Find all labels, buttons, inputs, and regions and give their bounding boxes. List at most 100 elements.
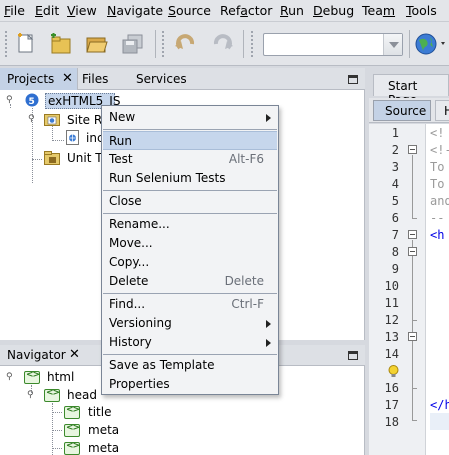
menu-run-mnemonic: R (280, 3, 289, 18)
menu-source-label: ource (175, 3, 211, 18)
chevron-down-icon[interactable] (383, 34, 402, 55)
menu-refactor-prefix: Ref (220, 3, 241, 18)
lightbulb-icon[interactable] (388, 365, 399, 378)
meta-tag-icon (64, 423, 80, 437)
toolbar-grip-2[interactable] (161, 30, 165, 58)
tree-item-site-root[interactable]: Site R (67, 113, 102, 127)
menu-bar: File Edit View Navigate Source Refactor … (0, 0, 449, 22)
line-number: 13 (384, 330, 399, 344)
menu-item-copy[interactable]: Copy... (103, 253, 277, 272)
toolbar-grip-3[interactable] (250, 30, 254, 58)
fold-line (412, 420, 417, 421)
tab-files[interactable]: Files (82, 72, 108, 86)
menu-view[interactable]: View (67, 3, 97, 18)
line-number: 10 (384, 279, 399, 293)
menu-navigate-mnemonic: N (107, 3, 117, 18)
minimize-icon[interactable] (348, 75, 358, 84)
html-file-icon (66, 130, 79, 145)
tab-source-label: Source (385, 104, 427, 118)
redo-icon[interactable] (209, 32, 235, 56)
menu-item-close[interactable]: Close (103, 192, 277, 211)
tab-projects[interactable]: Projects (7, 72, 54, 86)
fold-icon[interactable] (408, 230, 417, 239)
line-number: 7 (391, 228, 399, 242)
submenu-arrow-icon (266, 320, 271, 328)
new-project-icon[interactable] (48, 32, 74, 56)
menu-item-versioning[interactable]: Versioning (103, 314, 277, 333)
line-number: 12 (384, 313, 399, 327)
tree-expand-icon[interactable]: ⚲ (28, 115, 37, 124)
menu-item-save-as-template-label: Save as Template (109, 358, 215, 372)
menu-source-mnemonic: S (168, 3, 176, 18)
undo-icon[interactable] (173, 32, 199, 56)
tree-item-unit-tests[interactable]: Unit T (67, 151, 103, 165)
menu-item-rename[interactable]: Rename... (103, 215, 277, 234)
menu-tools[interactable]: Tools (406, 3, 437, 18)
site-root-folder-icon (44, 112, 60, 126)
menu-team-mnemonic: m (382, 3, 396, 18)
globe-icon[interactable] (413, 32, 445, 56)
menu-debug-label: ebug (322, 3, 355, 18)
menu-file[interactable]: File (4, 3, 25, 18)
tree-expand-icon[interactable]: ⚲ (6, 373, 15, 382)
menu-item-properties[interactable]: Properties (103, 375, 277, 394)
menu-team[interactable]: Team (362, 3, 395, 18)
menu-item-run-selenium[interactable]: Run Selenium Tests (103, 169, 277, 188)
menu-item-rename-label: Rename... (109, 217, 170, 231)
fold-icon[interactable] (408, 332, 417, 341)
tab-source[interactable]: Source (373, 100, 431, 121)
menu-item-history[interactable]: History (103, 333, 277, 352)
menu-item-delete[interactable]: Delete Delete (103, 272, 277, 291)
tab-navigator[interactable]: Navigator (7, 348, 66, 362)
tree-expand-icon[interactable]: ⚲ (27, 391, 36, 400)
svg-text:5: 5 (29, 97, 35, 107)
nav-item-head[interactable]: head (67, 388, 97, 402)
code-editor[interactable]: <! <!- To To and -- <h </h (426, 124, 449, 455)
menu-source[interactable]: Source (168, 3, 211, 18)
new-file-icon[interactable] (14, 32, 40, 56)
toolbar-grip[interactable] (4, 30, 8, 58)
unit-tests-folder-icon (44, 151, 60, 165)
nav-item-html[interactable]: html (47, 370, 74, 384)
close-icon[interactable]: ✕ (69, 347, 80, 362)
toolbar-separator-3 (409, 30, 410, 58)
nav-item-meta[interactable]: meta (88, 423, 119, 437)
menu-item-save-as-template[interactable]: Save as Template (103, 356, 277, 375)
code-line: <h (430, 228, 445, 242)
configuration-select[interactable] (263, 33, 403, 56)
menu-item-run[interactable]: Run (103, 131, 277, 150)
fold-icon[interactable] (408, 247, 417, 256)
menu-debug[interactable]: Debug (313, 3, 354, 18)
save-all-icon[interactable] (120, 32, 146, 56)
menu-item-test[interactable]: Test Alt-F6 (103, 150, 277, 169)
line-number: 3 (391, 160, 399, 174)
close-icon[interactable]: ✕ (62, 71, 73, 86)
nav-item-title[interactable]: title (88, 405, 111, 419)
menu-edit[interactable]: Edit (35, 3, 59, 18)
open-project-icon[interactable] (84, 32, 110, 56)
fold-line (412, 388, 417, 389)
line-number: 16 (384, 381, 399, 395)
line-number: 14 (384, 347, 399, 361)
editor-gutter: 1 2 3 4 5 6 7 8 9 10 11 12 13 14 16 17 1… (369, 124, 426, 455)
tree-line (52, 412, 62, 413)
fold-line (412, 155, 413, 218)
fold-icon[interactable] (408, 145, 417, 154)
menu-run[interactable]: Run (280, 3, 304, 18)
code-line: <!- (430, 143, 449, 157)
menu-navigate[interactable]: Navigate (107, 3, 163, 18)
menu-item-move[interactable]: Move... (103, 234, 277, 253)
menu-item-versioning-label: Versioning (109, 316, 172, 330)
minimize-icon[interactable] (348, 351, 358, 360)
tree-line (32, 159, 42, 160)
menu-item-new[interactable]: New (103, 108, 277, 127)
tab-history[interactable]: H (435, 100, 449, 121)
tab-start-page[interactable]: Start Page (373, 74, 449, 107)
nav-item-meta[interactable]: meta (88, 441, 119, 455)
tree-line (52, 448, 62, 449)
menu-debug-mnemonic: D (313, 3, 323, 18)
line-number: 18 (384, 415, 399, 429)
menu-refactor[interactable]: Refactor (220, 3, 272, 18)
menu-item-find[interactable]: Find... Ctrl-F (103, 295, 277, 314)
tab-services[interactable]: Services (136, 72, 187, 86)
